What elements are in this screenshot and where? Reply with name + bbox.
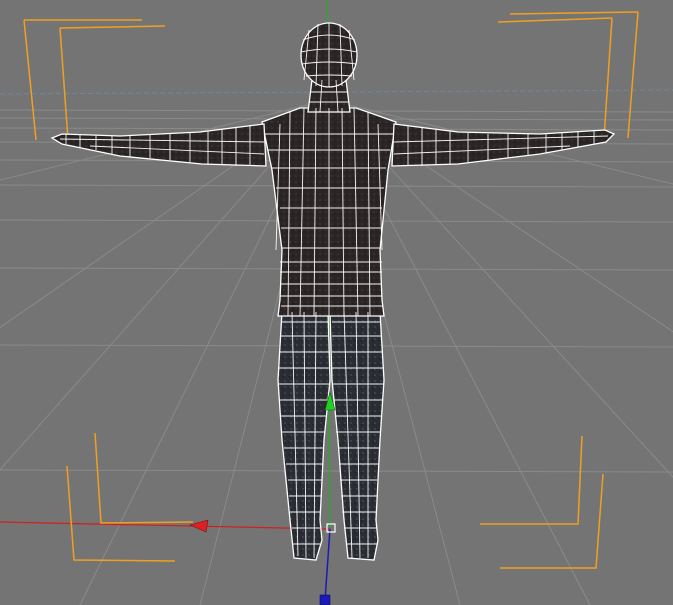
pivot-handle[interactable] — [326, 523, 336, 533]
character-mesh[interactable] — [50, 22, 616, 561]
z-axis-handle[interactable] — [319, 594, 331, 605]
z-axis-line — [324, 528, 331, 601]
3d-viewport[interactable] — [0, 0, 673, 605]
